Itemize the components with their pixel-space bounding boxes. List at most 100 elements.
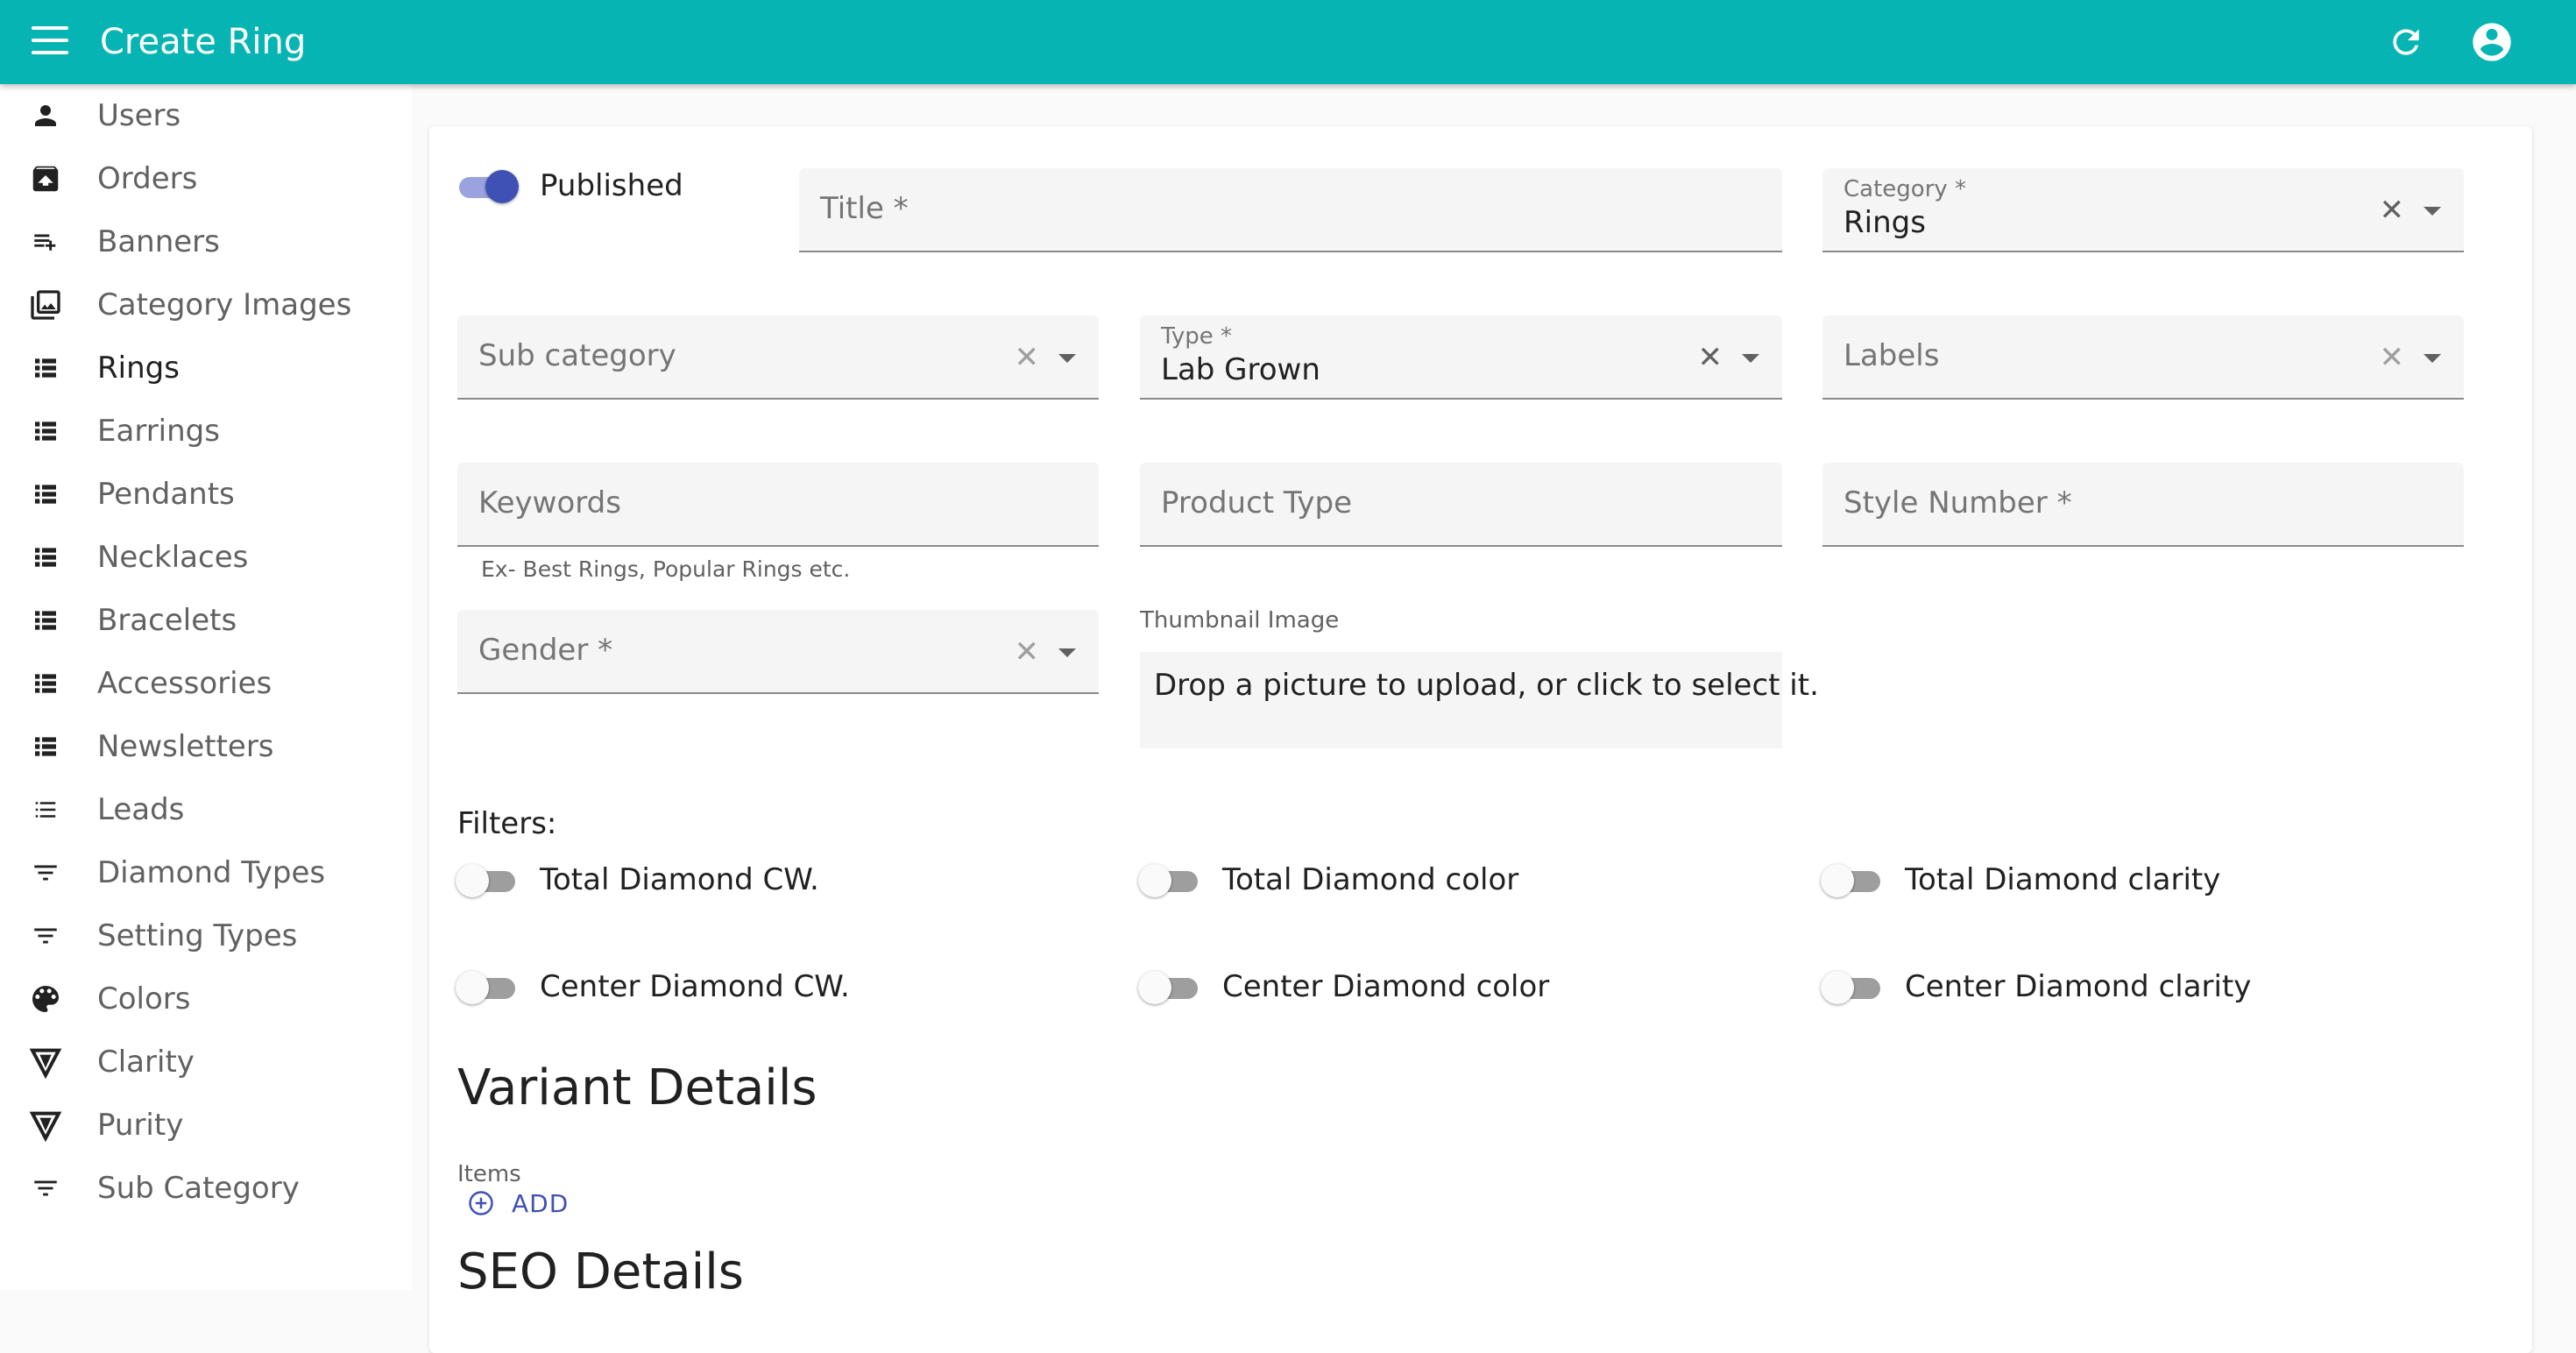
category-value: Rings	[1844, 205, 1926, 240]
published-label: Published	[540, 168, 683, 203]
view-list-icon	[26, 668, 65, 699]
center-diamond-color-label: Center Diamond color	[1222, 969, 1550, 1004]
view-list-icon	[26, 415, 65, 447]
chevron-down-icon[interactable]	[2424, 354, 2441, 363]
sidebar-item-label: Sub Category	[97, 1171, 300, 1206]
labels-placeholder: Labels	[1844, 338, 1940, 373]
form-card: Published Title * Category * Rings ✕ Sub…	[429, 126, 2532, 1353]
total-diamond-cw-toggle[interactable]	[456, 861, 519, 899]
app-bar: Create Ring	[0, 0, 2576, 84]
sidebar-item-label: Newsletters	[97, 729, 274, 764]
sidebar-item-sub-category[interactable]: Sub Category	[0, 1157, 412, 1220]
thumbnail-dropzone[interactable]: Drop a picture to upload, or click to se…	[1140, 652, 1819, 748]
sidebar-item-label: Category Images	[97, 287, 352, 322]
sidebar-item-label: Orders	[97, 161, 198, 196]
sidebar-item-label: Diamond Types	[97, 855, 326, 890]
view-list-icon	[26, 352, 65, 384]
product-type-field[interactable]: Product Type	[1140, 463, 1782, 547]
sidebar-item-diamond-types[interactable]: Diamond Types	[0, 841, 412, 904]
sidebar-item-accessories[interactable]: Accessories	[0, 652, 412, 715]
seo-details-heading: SEO Details	[457, 1243, 744, 1300]
clear-icon[interactable]: ✕	[2380, 342, 2405, 373]
add-item-button[interactable]: ADD	[468, 1187, 573, 1225]
sidebar-item-earrings[interactable]: Earrings	[0, 400, 412, 463]
chevron-down-icon[interactable]	[2424, 207, 2441, 216]
sidebar-item-bracelets[interactable]: Bracelets	[0, 589, 412, 652]
clear-icon[interactable]: ✕	[1015, 342, 1040, 373]
filters-heading: Filters:	[457, 806, 557, 841]
sidebar-item-label: Rings	[97, 351, 180, 386]
total-diamond-clarity-toggle[interactable]	[1821, 861, 1884, 899]
palette-icon	[26, 983, 65, 1015]
type-select[interactable]: Type * Lab Grown ✕	[1140, 315, 1782, 400]
add-circle-icon	[469, 1191, 493, 1215]
sidebar-item-users[interactable]: Users	[0, 84, 412, 147]
page-title: Create Ring	[100, 22, 307, 62]
view-list-icon	[26, 731, 65, 762]
clear-icon[interactable]: ✕	[2380, 195, 2405, 226]
style-number-field[interactable]: Style Number *	[1822, 463, 2464, 547]
sidebar-item-purity[interactable]: Purity	[0, 1094, 412, 1157]
sidebar-item-setting-types[interactable]: Setting Types	[0, 904, 412, 967]
vignette-triangle-icon	[26, 1046, 65, 1080]
view-list-icon	[26, 542, 65, 573]
sidebar-item-colors[interactable]: Colors	[0, 967, 412, 1031]
sidebar-item-necklaces[interactable]: Necklaces	[0, 526, 412, 589]
chevron-down-icon[interactable]	[1742, 354, 1759, 363]
add-label: ADD	[512, 1189, 570, 1218]
list-icon	[26, 794, 65, 825]
menu-icon[interactable]	[32, 26, 68, 58]
sidebar-item-rings[interactable]: Rings	[0, 336, 412, 400]
sidebar-item-clarity[interactable]: Clarity	[0, 1031, 412, 1094]
sidebar-item-newsletters[interactable]: Newsletters	[0, 715, 412, 778]
style-number-placeholder: Style Number *	[1844, 485, 2072, 521]
sidebar-item-banners[interactable]: Banners	[0, 210, 412, 273]
category-label: Category *	[1844, 176, 1967, 202]
sidebar-item-label: Banners	[97, 224, 220, 259]
clear-icon[interactable]: ✕	[1698, 342, 1723, 373]
view-list-icon	[26, 478, 65, 510]
title-placeholder: Title *	[820, 191, 909, 226]
sidebar-item-orders[interactable]: Orders	[0, 147, 412, 210]
labels-select[interactable]: Labels ✕	[1822, 315, 2464, 400]
sidebar-item-label: Accessories	[97, 666, 272, 701]
published-toggle[interactable]	[456, 166, 519, 205]
filter-list-icon	[26, 920, 65, 952]
category-select[interactable]: Category * Rings ✕	[1822, 168, 2464, 252]
dropzone-text: Drop a picture to upload, or click to se…	[1154, 668, 1819, 703]
type-label: Type *	[1161, 323, 1232, 350]
sidebar-item-category-images[interactable]: Category Images	[0, 273, 412, 336]
variant-details-heading: Variant Details	[457, 1059, 817, 1116]
sub-category-placeholder: Sub category	[478, 338, 676, 373]
chevron-down-icon[interactable]	[1058, 354, 1076, 363]
refresh-icon[interactable]	[2387, 23, 2425, 61]
sidebar-item-label: Necklaces	[97, 540, 249, 575]
total-diamond-color-toggle[interactable]	[1138, 861, 1201, 899]
center-diamond-clarity-label: Center Diamond clarity	[1905, 969, 2252, 1004]
keywords-helper-text: Ex- Best Rings, Popular Rings etc.	[481, 556, 851, 582]
sidebar-item-leads[interactable]: Leads	[0, 778, 412, 841]
playlist-add-icon	[26, 226, 65, 258]
center-diamond-color-toggle[interactable]	[1138, 967, 1201, 1006]
filter-list-icon	[26, 857, 65, 889]
keywords-field[interactable]: Keywords	[457, 463, 1099, 547]
title-field[interactable]: Title *	[799, 168, 1782, 252]
clear-icon[interactable]: ✕	[1015, 636, 1040, 668]
account-circle-icon[interactable]	[2469, 19, 2515, 65]
total-diamond-cw-label: Total Diamond CW.	[540, 862, 819, 897]
archive-icon	[26, 163, 65, 195]
sidebar-item-label: Pendants	[97, 477, 235, 512]
product-type-placeholder: Product Type	[1161, 485, 1352, 521]
total-diamond-color-label: Total Diamond color	[1222, 862, 1519, 897]
center-diamond-cw-toggle[interactable]	[456, 967, 519, 1006]
chevron-down-icon[interactable]	[1058, 648, 1076, 657]
sidebar-item-label: Bracelets	[97, 603, 237, 638]
sidebar: Users Orders Banners Category Images Rin…	[0, 84, 412, 1290]
sidebar-item-label: Users	[97, 98, 181, 133]
center-diamond-clarity-toggle[interactable]	[1821, 967, 1884, 1006]
gender-select[interactable]: Gender * ✕	[457, 610, 1099, 694]
sidebar-item-pendants[interactable]: Pendants	[0, 463, 412, 526]
total-diamond-clarity-label: Total Diamond clarity	[1905, 862, 2221, 897]
view-list-icon	[26, 605, 65, 636]
sub-category-select[interactable]: Sub category ✕	[457, 315, 1099, 400]
